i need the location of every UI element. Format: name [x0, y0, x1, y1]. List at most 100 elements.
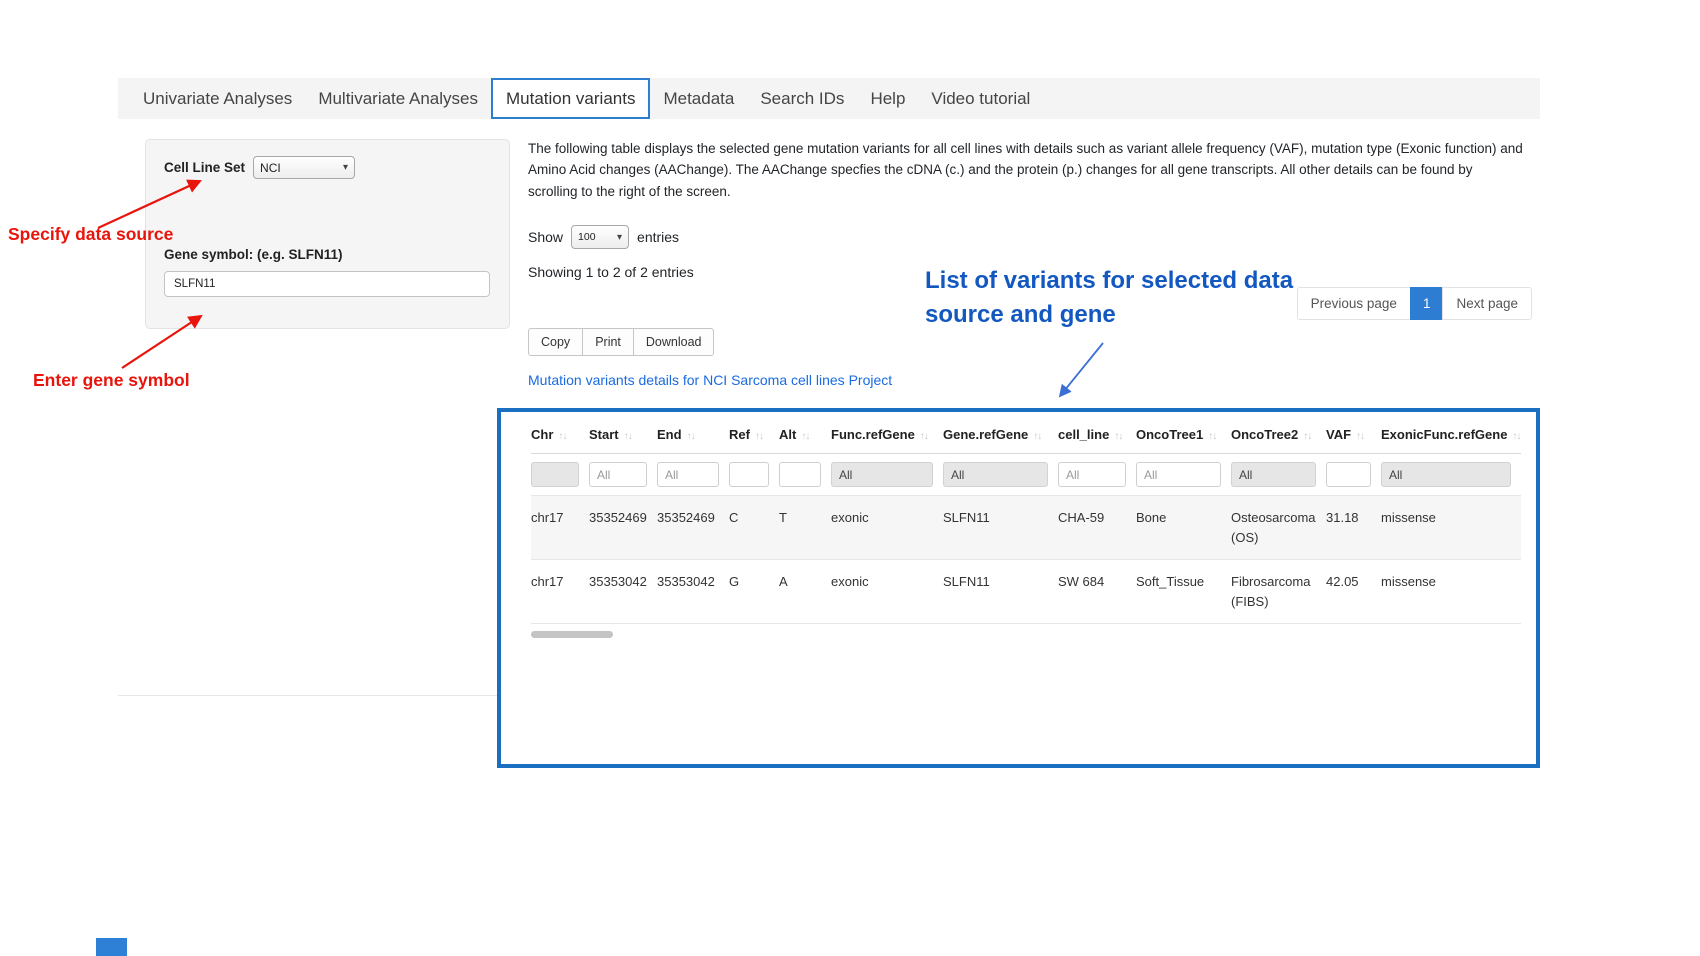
sort-icon: ↑↓: [920, 431, 928, 442]
print-button[interactable]: Print: [582, 328, 634, 356]
filter-cell: [1326, 454, 1381, 496]
table-cell: chr17: [531, 496, 589, 560]
cell-line-set-label: Cell Line Set: [164, 160, 245, 175]
table-cell: exonic: [831, 560, 943, 624]
table-row: chr173535304235353042GAexonicSLFN11SW 68…: [531, 560, 1521, 624]
filter-chr[interactable]: [531, 462, 579, 487]
tab-help[interactable]: Help: [857, 78, 918, 119]
tab-univariate-analyses[interactable]: Univariate Analyses: [130, 78, 305, 119]
filter-end[interactable]: All: [657, 462, 719, 487]
table-cell: exonic: [831, 496, 943, 560]
filter-vaf[interactable]: [1326, 462, 1371, 487]
cell-line-set-select[interactable]: NCI ▾: [253, 156, 355, 179]
column-header-start[interactable]: Start↑↓: [589, 414, 657, 454]
table-row: chr173535246935352469CTexonicSLFN11CHA-5…: [531, 496, 1521, 560]
annotation-variants-list: List of variants for selected data sourc…: [925, 264, 1325, 332]
table-cell: 42.05: [1326, 560, 1381, 624]
entries-per-page-select[interactable]: 100 ▾: [571, 225, 629, 249]
column-header-oncotree2[interactable]: OncoTree2 ↑↓: [1231, 414, 1326, 454]
filter-cell-line[interactable]: All: [1058, 462, 1126, 487]
sort-icon: ↑↓: [1033, 431, 1041, 442]
tab-search-ids[interactable]: Search IDs: [747, 78, 857, 119]
filter-cell: All: [1058, 454, 1136, 496]
column-header-exonicfunc-refgene[interactable]: ExonicFunc.refGene ↑↓: [1381, 414, 1521, 454]
gene-symbol-label: Gene symbol: (e.g. SLFN11): [164, 247, 491, 262]
table-cell: CHA-59: [1058, 496, 1136, 560]
column-header-alt[interactable]: Alt ↑↓: [779, 414, 831, 454]
filter-cell: [729, 454, 779, 496]
table-cell: Bone: [1136, 496, 1231, 560]
column-label: ExonicFunc.refGene: [1381, 427, 1507, 442]
table-body: chr173535246935352469CTexonicSLFN11CHA-5…: [531, 496, 1521, 624]
column-label: Ref: [729, 427, 750, 442]
filter-cell: All: [1381, 454, 1521, 496]
column-header-func-refgene[interactable]: Func.refGene ↑↓: [831, 414, 943, 454]
filter-cell: All: [657, 454, 729, 496]
table-header-row: Chr↑↓Start↑↓End↑↓Ref ↑↓ Alt ↑↓ Func.refGene ↑…: [531, 414, 1521, 454]
column-label: cell_line: [1058, 427, 1109, 442]
next-page-button[interactable]: Next page: [1442, 287, 1532, 320]
column-header-cell-line[interactable]: cell_line ↑↓: [1058, 414, 1136, 454]
horizontal-scrollbar-thumb[interactable]: [531, 631, 613, 638]
gene-symbol-input[interactable]: [164, 271, 490, 297]
column-label: VAF: [1326, 427, 1351, 442]
filter-oncotree2[interactable]: All: [1231, 462, 1316, 487]
tab-metadata[interactable]: Metadata: [650, 78, 747, 119]
variants-table: Chr↑↓Start↑↓End↑↓Ref ↑↓ Alt ↑↓ Func.refGene ↑…: [531, 414, 1521, 624]
column-header-chr[interactable]: Chr↑↓: [531, 414, 589, 454]
column-label: Func.refGene: [831, 427, 915, 442]
annotation-enter-gene-symbol: Enter gene symbol: [33, 370, 190, 391]
filter-alt[interactable]: [779, 462, 821, 487]
page-number-button[interactable]: 1: [1410, 287, 1444, 320]
sort-icon: ↑↓: [755, 431, 763, 442]
download-button[interactable]: Download: [633, 328, 715, 356]
pagination: Previous page 1 Next page: [1298, 287, 1532, 320]
table-cell: chr17: [531, 560, 589, 624]
filter-oncotree1[interactable]: All: [1136, 462, 1221, 487]
column-header-ref[interactable]: Ref ↑↓: [729, 414, 779, 454]
annotation-specify-data-source: Specify data source: [8, 224, 173, 245]
show-label: Show: [528, 229, 563, 245]
column-header-oncotree1[interactable]: OncoTree1↑↓: [1136, 414, 1231, 454]
column-header-gene-refgene[interactable]: Gene.refGene ↑↓: [943, 414, 1058, 454]
tab-video-tutorial[interactable]: Video tutorial: [918, 78, 1043, 119]
sort-icon: ↑↓: [1114, 431, 1122, 442]
cell-line-set-value: NCI: [260, 161, 281, 175]
sort-icon: ↑↓: [624, 431, 632, 442]
tab-multivariate-analyses[interactable]: Multivariate Analyses: [305, 78, 491, 119]
sidebar-panel: Cell Line Set NCI ▾ Gene symbol: (e.g. S…: [145, 139, 510, 329]
showing-entries-status: Showing 1 to 2 of 2 entries: [528, 264, 694, 280]
column-header-end[interactable]: End↑↓: [657, 414, 729, 454]
sort-icon: ↑↓: [1512, 431, 1520, 442]
sort-icon: ↑↓: [801, 431, 809, 442]
column-label: Alt: [779, 427, 796, 442]
chevron-down-icon: ▾: [617, 232, 622, 243]
table-cell: 35353042: [589, 560, 657, 624]
sort-icon: ↑↓: [1303, 431, 1311, 442]
table-cell: T: [779, 496, 831, 560]
corner-decoration: [96, 938, 127, 956]
filter-start[interactable]: All: [589, 462, 647, 487]
copy-button[interactable]: Copy: [528, 328, 583, 356]
column-header-vaf[interactable]: VAF↑↓: [1326, 414, 1381, 454]
table-cell: G: [729, 560, 779, 624]
filter-cell: [779, 454, 831, 496]
horizontal-scrollbar-track[interactable]: [531, 631, 1521, 641]
entries-per-page-value: 100: [578, 231, 596, 243]
chevron-down-icon: ▾: [343, 162, 348, 173]
column-label: OncoTree2: [1231, 427, 1298, 442]
filter-exonicfunc-refgene[interactable]: All: [1381, 462, 1511, 487]
filter-func-refgene[interactable]: All: [831, 462, 933, 487]
filter-gene-refgene[interactable]: All: [943, 462, 1048, 487]
blue-arrow-to-table: [1060, 343, 1103, 396]
top-nav: Univariate AnalysesMultivariate Analyses…: [118, 78, 1540, 119]
column-label: Gene.refGene: [943, 427, 1028, 442]
table-caption: Mutation variants details for NCI Sarcom…: [528, 372, 892, 388]
sort-icon: ↑↓: [1208, 431, 1216, 442]
show-entries-control: Show 100 ▾ entries: [528, 225, 679, 249]
table-description: The following table displays the selecte…: [528, 138, 1523, 202]
table-cell: 35352469: [589, 496, 657, 560]
filter-ref[interactable]: [729, 462, 769, 487]
tab-mutation-variants[interactable]: Mutation variants: [491, 78, 650, 119]
table-cell: Soft_Tissue: [1136, 560, 1231, 624]
